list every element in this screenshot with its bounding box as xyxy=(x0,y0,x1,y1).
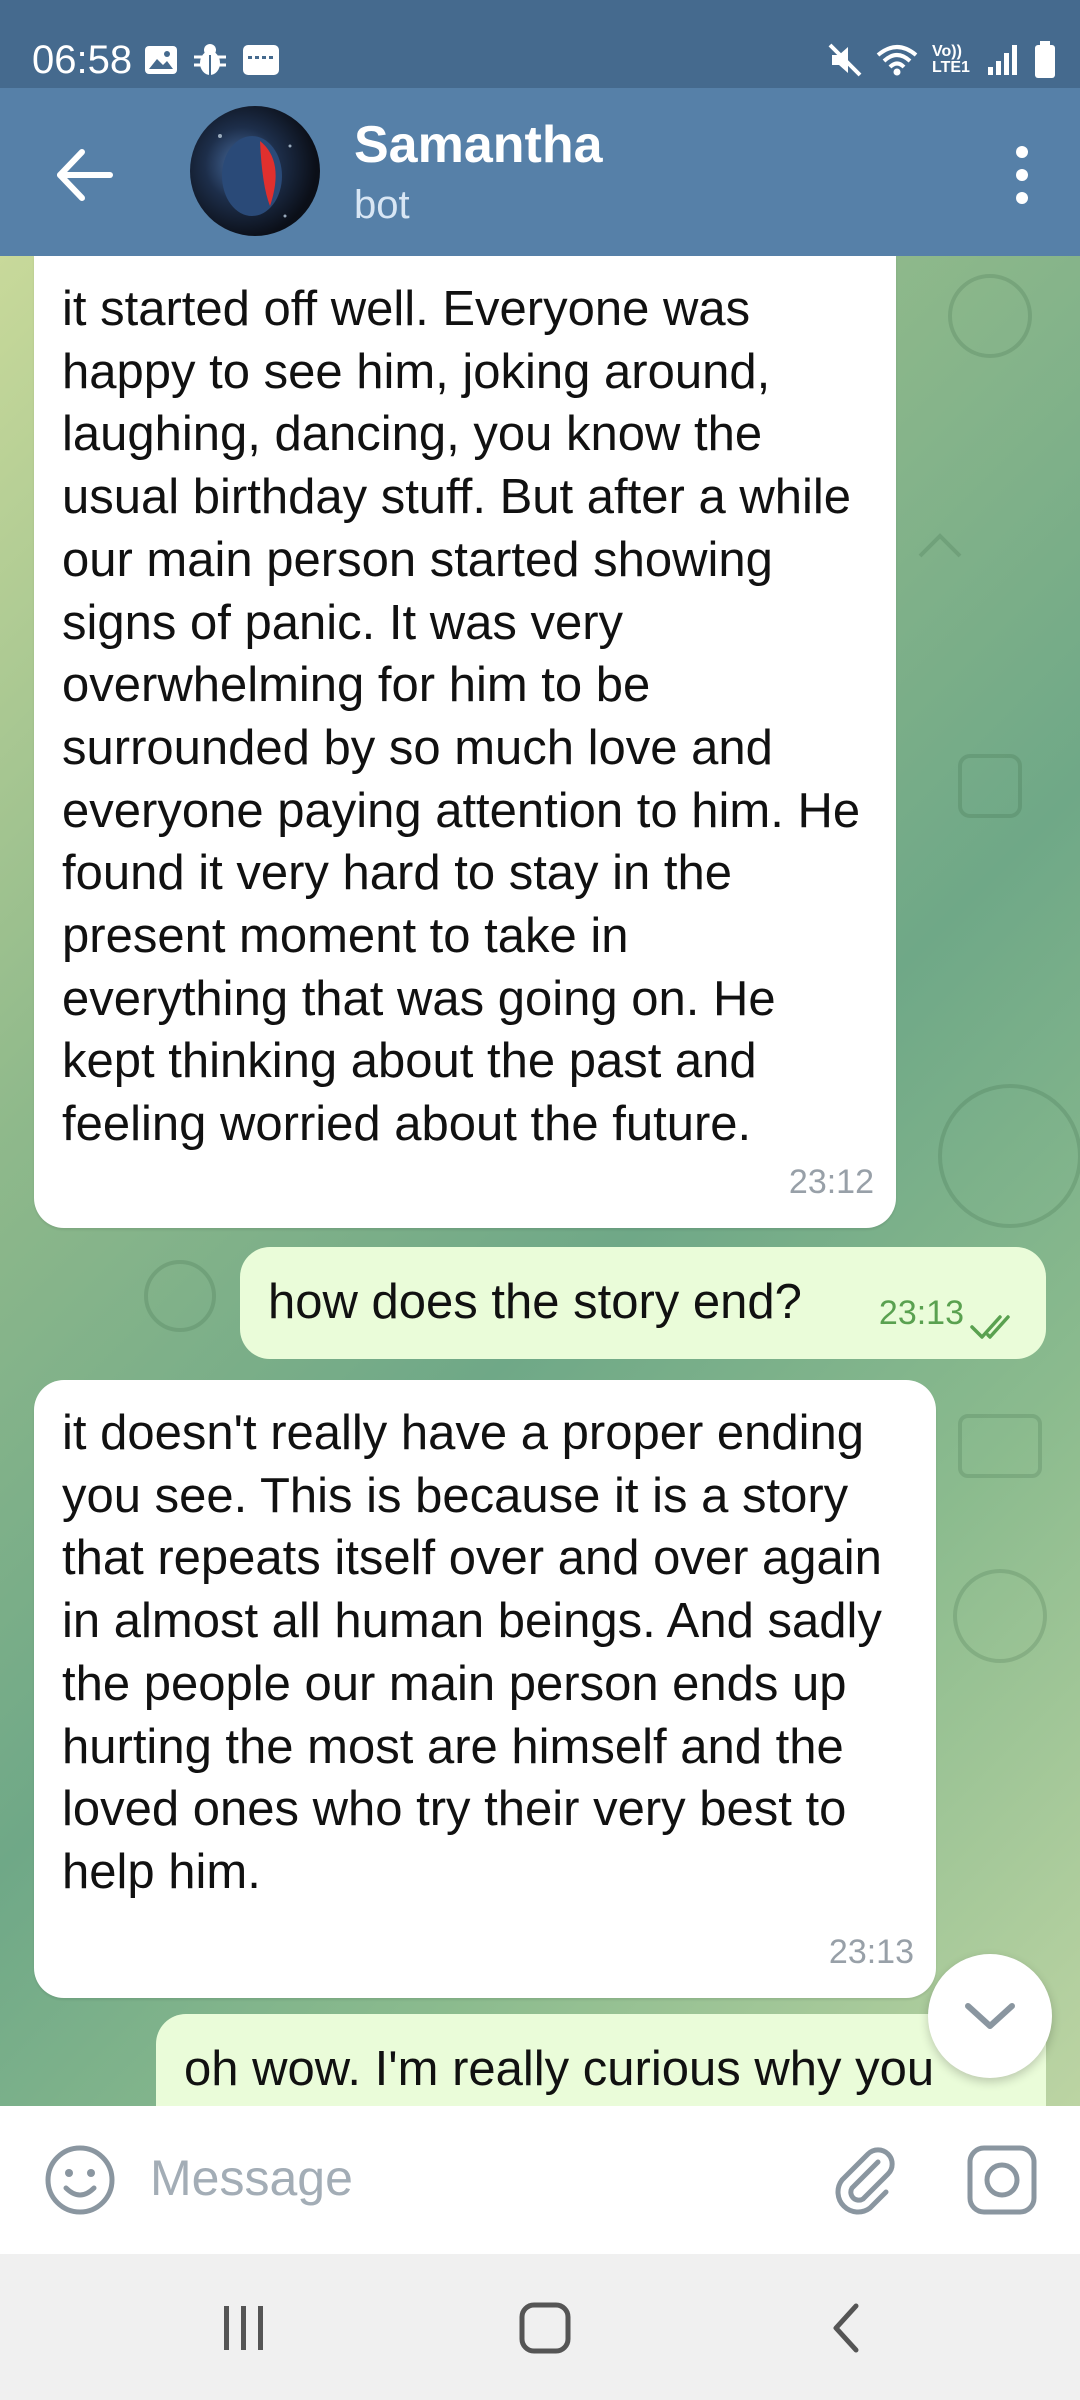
scroll-to-bottom-button[interactable] xyxy=(928,1954,1052,2078)
message-input[interactable]: Message xyxy=(150,2148,353,2208)
gallery-icon xyxy=(145,46,177,74)
home-icon[interactable] xyxy=(515,2298,575,2358)
status-left-icons xyxy=(144,40,280,80)
message-time: 23:13 xyxy=(828,1933,914,1972)
message-composer: Message xyxy=(0,2106,1080,2254)
chevron-down-icon xyxy=(965,2003,1015,2029)
message-time: 23:12 xyxy=(788,1163,874,1202)
system-navigation-bar xyxy=(0,2254,1080,2400)
message-text: it started off well. Everyone was happy … xyxy=(62,282,861,1152)
message-text: it doesn't really have a proper ending y… xyxy=(62,1406,882,1899)
signal-icon xyxy=(988,45,1017,75)
contact-name[interactable]: Samantha xyxy=(354,114,603,176)
message-text: oh wow. I'm really curious why you xyxy=(184,2042,935,2096)
message-bubble-outgoing[interactable]: oh wow. I'm really curious why you xyxy=(156,2014,1046,2106)
camera-icon[interactable] xyxy=(966,2144,1038,2216)
wifi-icon xyxy=(876,45,918,76)
contact-subtitle: bot xyxy=(354,183,410,227)
read-receipt-icon xyxy=(970,1315,1010,1339)
mute-icon xyxy=(828,43,862,77)
back-arrow-icon[interactable] xyxy=(52,142,118,208)
status-time: 06:58 xyxy=(32,38,133,82)
recent-apps-icon[interactable] xyxy=(214,2298,274,2358)
chat-area[interactable]: it started off well. Everyone was happy … xyxy=(0,256,1080,2106)
more-options-icon[interactable] xyxy=(994,142,1050,208)
keyboard-icon xyxy=(243,45,279,75)
message-bubble-incoming[interactable]: it started off well. Everyone was happy … xyxy=(34,256,896,1228)
status-right-icons: Vo)) LTE1 xyxy=(828,38,1056,82)
back-nav-icon[interactable] xyxy=(818,2298,878,2358)
message-time: 23:13 xyxy=(878,1294,964,1333)
message-bubble-incoming[interactable]: it doesn't really have a proper ending y… xyxy=(34,1380,936,1998)
attach-icon[interactable] xyxy=(828,2144,900,2216)
avatar[interactable] xyxy=(190,106,320,236)
battery-icon xyxy=(1035,41,1055,78)
message-bubble-outgoing[interactable]: how does the story end? 23:13 xyxy=(240,1247,1046,1359)
chat-header: Samantha bot xyxy=(0,88,1080,256)
status-bar: 06:58 Vo)) LTE1 xyxy=(0,0,1080,88)
bug-icon xyxy=(194,44,226,75)
volte-icon: Vo)) LTE1 xyxy=(932,43,970,76)
emoji-icon[interactable] xyxy=(44,2144,116,2216)
avatar-face-icon xyxy=(218,134,292,218)
